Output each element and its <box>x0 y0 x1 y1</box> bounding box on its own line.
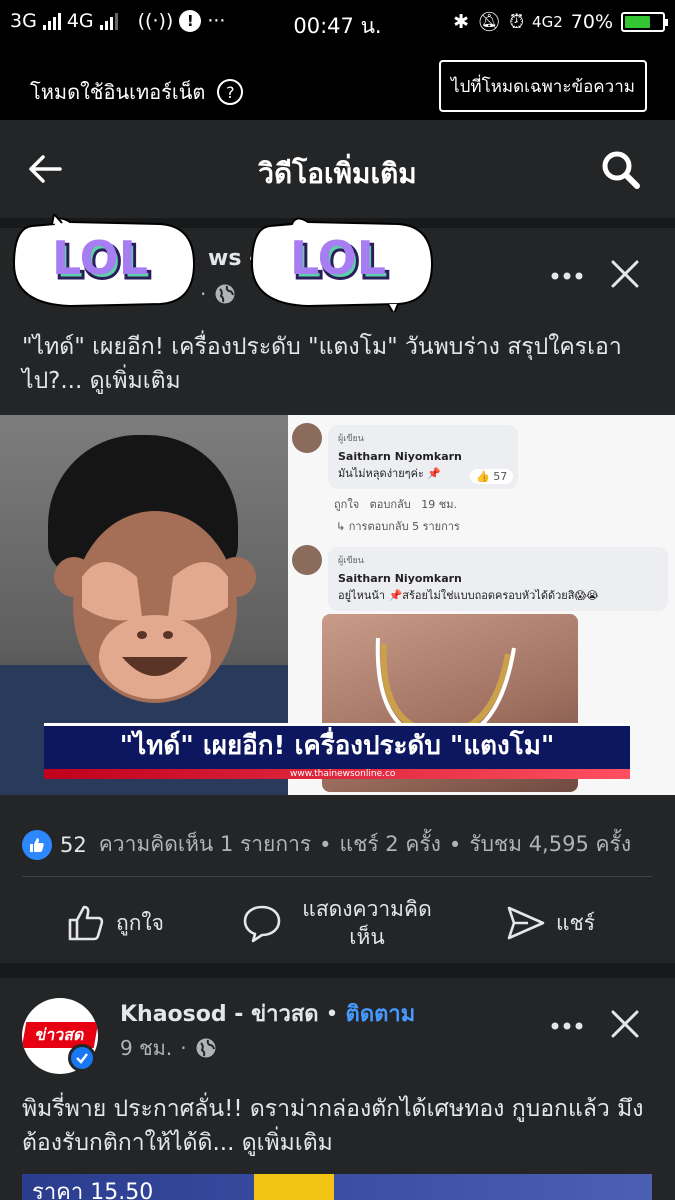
comment2-text: อยู่ไหนน้า 📌สร้อยไม่ใช่แบบถอดครอบหัวได้ด… <box>338 589 599 602</box>
thumbs-up-icon <box>68 905 104 941</box>
share-button[interactable]: แชร์ <box>506 888 595 958</box>
lol-sticker-left: LOL LOL <box>12 214 196 308</box>
see-more-link[interactable]: ดูเพิ่มเติม <box>90 368 181 394</box>
more-options-icon[interactable] <box>549 1008 585 1044</box>
see-more-link[interactable]: ดูเพิ่มเติม <box>242 1130 333 1156</box>
view-count: รับชม 4,595 ครั้ง <box>469 832 632 856</box>
meta-separator: · <box>200 282 207 306</box>
bluetooth-icon: ✱ <box>453 10 470 33</box>
app-header: วิดีโอเพิ่มเติม <box>0 120 675 218</box>
post-actions: ถูกใจ แสดงความคิดเห็น แชร์ <box>0 888 675 958</box>
like-label: ถูกใจ <box>116 910 164 935</box>
image-price-text: ราคา 15.50 <box>32 1180 154 1200</box>
search-icon[interactable] <box>601 150 641 190</box>
globe-icon <box>196 1038 216 1058</box>
status-bar: 3G 4G ((·)) ! ··· 00:47 น. ✱ 🔕︎ ⏰︎ 4G2 7… <box>0 0 675 46</box>
like-button[interactable]: ถูกใจ <box>66 888 164 958</box>
comment-label: แสดงความคิดเห็น <box>302 897 432 949</box>
lol-sticker-right: LOL LOL <box>250 217 434 312</box>
comment-count[interactable]: ความคิดเห็น 1 รายการ <box>99 828 311 861</box>
video-post: ws - · LOL LOL LOL LOL "ไทด์" เผยอีก! เค… <box>0 214 675 963</box>
help-icon[interactable]: ? <box>217 79 244 105</box>
see-no-evil-monkey-icon <box>54 511 256 703</box>
globe-icon <box>215 284 235 304</box>
comment2-tag: ผู้เขียน <box>338 556 364 566</box>
image-yellow-block <box>254 1174 334 1200</box>
close-icon[interactable] <box>609 258 641 290</box>
comment1-replies: ↳ การตอบกลับ 5 รายการ <box>336 520 460 533</box>
comment1-actions: ถูกใจ ตอบกลับ 19 ชม. <box>334 498 457 511</box>
battery-icon <box>621 11 668 32</box>
page-title: วิดีโอเพิ่มเติม <box>258 157 417 190</box>
more-options-icon[interactable] <box>549 258 585 294</box>
post-meta: · <box>200 282 236 306</box>
post-meta: 9 ชม. · <box>120 1032 217 1064</box>
separator: • <box>448 832 462 857</box>
data-mode-bar: โหมดใช้อินเทอร์เน็ต ? ไปที่โหมดเฉพาะข้อค… <box>0 46 675 120</box>
like-reaction-icon <box>22 829 52 860</box>
lol-text-left-front: LOL <box>52 231 148 285</box>
divider <box>22 876 652 877</box>
source-url: www.thainewsonline.co <box>290 769 396 779</box>
meta-separator: · <box>180 1036 187 1060</box>
post-caption: พิมรี่พาย ประกาศลั่น!! ดราม่ากล่องตักได้… <box>22 1092 662 1160</box>
comment1-author: Saitharn Niyomkarn <box>338 450 462 463</box>
reaction-count[interactable]: 52 <box>60 833 87 857</box>
share-arrow-icon <box>507 906 545 940</box>
comment1-reactions: 👍 57 <box>470 469 514 484</box>
alarm-icon: ⏰︎ <box>509 10 525 33</box>
follow-button[interactable]: ติดตาม <box>346 1002 416 1027</box>
post-header: ws - · LOL LOL LOL LOL <box>0 214 675 323</box>
comment-bubble-icon <box>243 905 281 943</box>
separator: • <box>325 1002 339 1027</box>
lol-text-right-front: LOL <box>290 231 386 285</box>
post-image[interactable]: ราคา 15.50 <box>22 1174 652 1200</box>
post-time[interactable]: 9 ชม. <box>120 1032 172 1064</box>
engagement-counts: 52 ความคิดเห็น 1 รายการ • แชร์ 2 ครั้ง •… <box>22 828 631 861</box>
battery-percent: 70% <box>570 10 613 33</box>
comment1-tag: ผู้เขียน <box>338 434 364 444</box>
page-name-row: Khaosod - ข่าวสด • ติดตาม <box>120 996 415 1031</box>
comment2-author: Saitharn Niyomkarn <box>338 572 462 585</box>
network-type-4g2: 4G2 <box>532 12 563 31</box>
news-post: ข่าวสด Khaosod - ข่าวสด • ติดตาม 9 ชม. ·… <box>0 978 675 1200</box>
data-mode-label: โหมดใช้อินเทอร์เน็ต <box>30 80 206 104</box>
share-label: แชร์ <box>556 910 596 935</box>
video-headline: "ไทด์" เผยอีก! เครื่องประดับ "แตงโม" <box>44 723 630 769</box>
text-only-mode-button[interactable]: ไปที่โหมดเฉพาะข้อความ <box>439 60 647 112</box>
video-thumbnail[interactable]: ผู้เขียน Saitharn Niyomkarn มันไม่หลุดง่… <box>0 415 675 795</box>
close-icon[interactable] <box>609 1008 641 1040</box>
share-count[interactable]: แชร์ 2 ครั้ง <box>340 828 441 861</box>
post-caption: "ไทด์" เผยอีก! เครื่องประดับ "แตงโม" วัน… <box>22 330 662 398</box>
separator: • <box>319 832 332 857</box>
commenter-avatar-2 <box>292 545 322 575</box>
page-name[interactable]: Khaosod - ข่าวสด <box>120 1002 319 1027</box>
commenter-avatar <box>292 423 322 453</box>
mute-icon: 🔕︎ <box>477 11 502 33</box>
comment-2: ผู้เขียน Saitharn Niyomkarn อยู่ไหนน้า 📌… <box>328 547 668 611</box>
verified-badge-icon <box>68 1044 96 1072</box>
comment-button[interactable]: แสดงความคิดเห็น <box>242 888 442 958</box>
